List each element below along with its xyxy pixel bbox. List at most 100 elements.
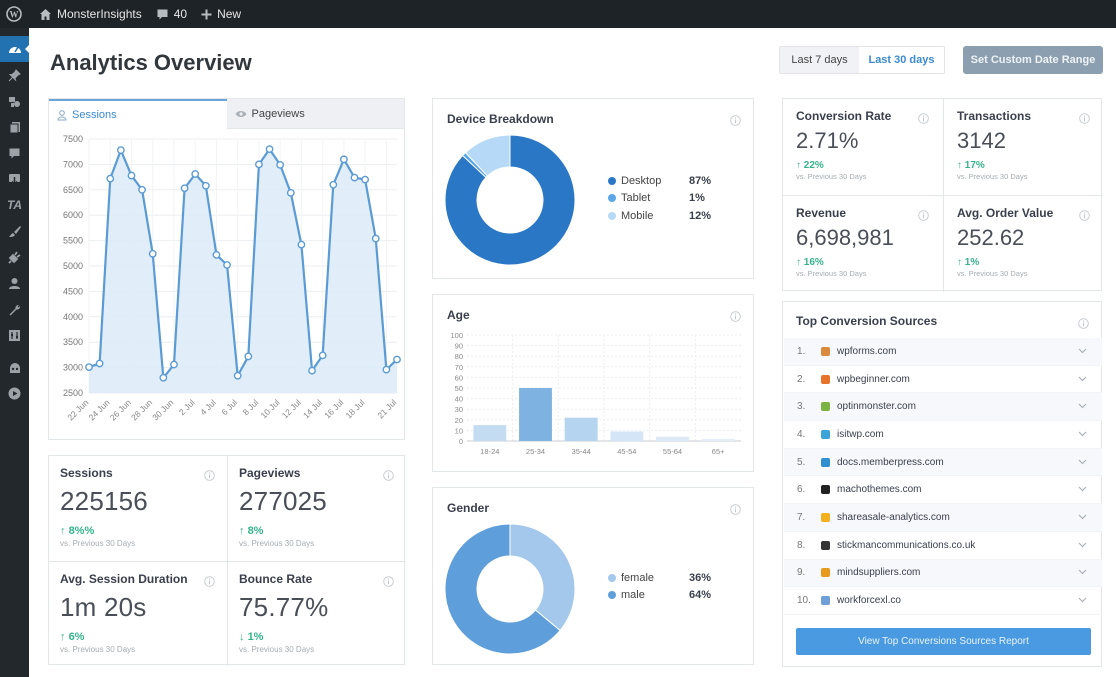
source-list-item[interactable]: 3. optinmonster.com <box>784 393 1102 422</box>
data-point[interactable] <box>265 145 274 154</box>
info-icon[interactable] <box>204 468 215 486</box>
bar-45-54[interactable] <box>610 431 644 441</box>
info-icon[interactable] <box>1078 316 1089 334</box>
bar-35-44[interactable] <box>564 417 598 441</box>
source-list-item[interactable]: 1. wpforms.com <box>784 338 1102 366</box>
chevron-down-icon[interactable] <box>1078 457 1102 468</box>
source-rank: 2. <box>797 373 806 385</box>
data-point[interactable] <box>85 363 93 371</box>
info-icon[interactable] <box>730 113 741 131</box>
stat-compare: vs. Previous 30 Days <box>957 172 1028 181</box>
bar-18-24[interactable] <box>473 425 507 441</box>
chevron-down-icon[interactable] <box>1078 540 1102 551</box>
chevron-down-icon[interactable] <box>1078 595 1102 606</box>
chevron-down-icon[interactable] <box>1078 512 1102 523</box>
info-icon[interactable] <box>204 574 215 592</box>
chevron-down-icon[interactable] <box>1078 374 1102 385</box>
sidebar-item-settings[interactable] <box>0 322 29 348</box>
data-point[interactable] <box>170 360 178 369</box>
source-list-item[interactable]: 10. workforcexl.co <box>784 587 1102 615</box>
y-tick-label: 3500 <box>63 337 83 347</box>
data-point[interactable] <box>138 185 147 194</box>
data-point[interactable] <box>233 371 242 380</box>
data-point[interactable] <box>286 188 295 197</box>
source-list-item[interactable]: 2. wpbeginner.com <box>784 366 1102 394</box>
data-point[interactable] <box>244 352 253 361</box>
sidebar-item-media-player[interactable] <box>0 380 29 406</box>
data-point[interactable] <box>95 359 104 368</box>
source-list-item[interactable]: 8. stickmancommunications.co.uk <box>784 532 1102 560</box>
data-point[interactable] <box>191 170 200 178</box>
data-point[interactable] <box>393 355 401 364</box>
tab-sessions[interactable]: Sessions <box>49 99 227 129</box>
data-point[interactable] <box>106 174 115 183</box>
info-icon[interactable] <box>1079 111 1090 129</box>
chevron-down-icon[interactable] <box>1078 429 1102 440</box>
sidebar-item-plugins[interactable] <box>0 244 29 270</box>
chevron-down-icon[interactable] <box>1078 567 1102 578</box>
sidebar-item-comments[interactable] <box>0 140 29 166</box>
data-point[interactable] <box>382 365 391 374</box>
data-point[interactable] <box>116 146 125 155</box>
stat-value: 277025 <box>239 486 327 516</box>
info-icon[interactable] <box>730 502 741 520</box>
data-point[interactable] <box>318 351 327 360</box>
info-icon[interactable] <box>918 208 929 226</box>
data-point[interactable] <box>339 155 348 164</box>
bar-55-64[interactable] <box>656 436 689 441</box>
source-list-item[interactable]: 6. machothemes.com <box>784 476 1102 505</box>
sidebar-item-thirstyaffiliates[interactable]: TA <box>0 192 29 218</box>
sidebar-item-posts[interactable] <box>0 62 29 88</box>
source-list-item[interactable]: 9. mindsuppliers.com <box>784 559 1102 588</box>
last-30-days-button[interactable]: Last 30 days <box>859 47 944 73</box>
data-point[interactable] <box>180 184 189 193</box>
sidebar-item-pages[interactable] <box>0 114 29 140</box>
media-icon <box>9 96 20 107</box>
view-top-conversion-sources-report-button[interactable]: View Top Conversions Sources Report <box>796 628 1091 655</box>
data-point[interactable] <box>223 261 231 269</box>
data-point[interactable] <box>201 181 210 190</box>
sidebar-item-appearance[interactable] <box>0 218 29 244</box>
source-list-item[interactable]: 5. docs.memberpress.com <box>784 448 1102 477</box>
data-point[interactable] <box>127 171 136 180</box>
data-point[interactable] <box>148 249 157 258</box>
sidebar-item-feedback[interactable] <box>0 166 29 192</box>
last-7-days-button[interactable]: Last 7 days <box>780 47 859 73</box>
info-icon[interactable] <box>730 309 741 327</box>
legend-swatch <box>608 176 616 185</box>
info-icon[interactable] <box>918 111 929 129</box>
data-point[interactable] <box>255 160 263 169</box>
info-icon[interactable] <box>383 574 394 592</box>
data-point[interactable] <box>361 175 370 184</box>
new-content-link[interactable]: New <box>194 0 248 28</box>
wordpress-logo-button[interactable]: W <box>0 0 32 28</box>
data-point[interactable] <box>212 250 221 259</box>
chevron-down-icon[interactable] <box>1078 346 1102 357</box>
bar-65+[interactable] <box>701 438 735 441</box>
data-point[interactable] <box>350 173 359 182</box>
stat-change: ↑ 8%% <box>60 525 95 537</box>
data-point[interactable] <box>308 366 316 375</box>
sidebar-item-media[interactable] <box>0 88 29 114</box>
data-point[interactable] <box>297 240 306 249</box>
data-point[interactable] <box>329 180 338 189</box>
bar-25-34[interactable] <box>519 388 552 441</box>
set-custom-date-range-button[interactable]: Set Custom Date Range <box>963 46 1103 74</box>
data-point[interactable] <box>159 373 168 382</box>
sidebar-item-users[interactable] <box>0 270 29 296</box>
chevron-down-icon[interactable] <box>1078 484 1102 495</box>
data-point[interactable] <box>371 234 380 243</box>
info-icon[interactable] <box>383 468 394 486</box>
comments-link[interactable]: 40 <box>149 0 194 28</box>
chevron-down-icon[interactable] <box>1078 401 1102 412</box>
source-list-item[interactable]: 7. shareasale-analytics.com <box>784 504 1102 532</box>
sidebar-item-tools[interactable] <box>0 296 29 322</box>
sidebar-item-dashboard[interactable] <box>0 36 30 62</box>
slice-female[interactable] <box>509 524 576 632</box>
info-icon[interactable] <box>1079 208 1090 226</box>
site-name-link[interactable]: MonsterInsights <box>32 0 149 28</box>
source-list-item[interactable]: 4. isitwp.com <box>784 421 1102 449</box>
sidebar-item-insights[interactable] <box>0 354 29 380</box>
tab-pageviews[interactable]: Pageviews <box>226 99 404 129</box>
data-point[interactable] <box>276 161 285 169</box>
